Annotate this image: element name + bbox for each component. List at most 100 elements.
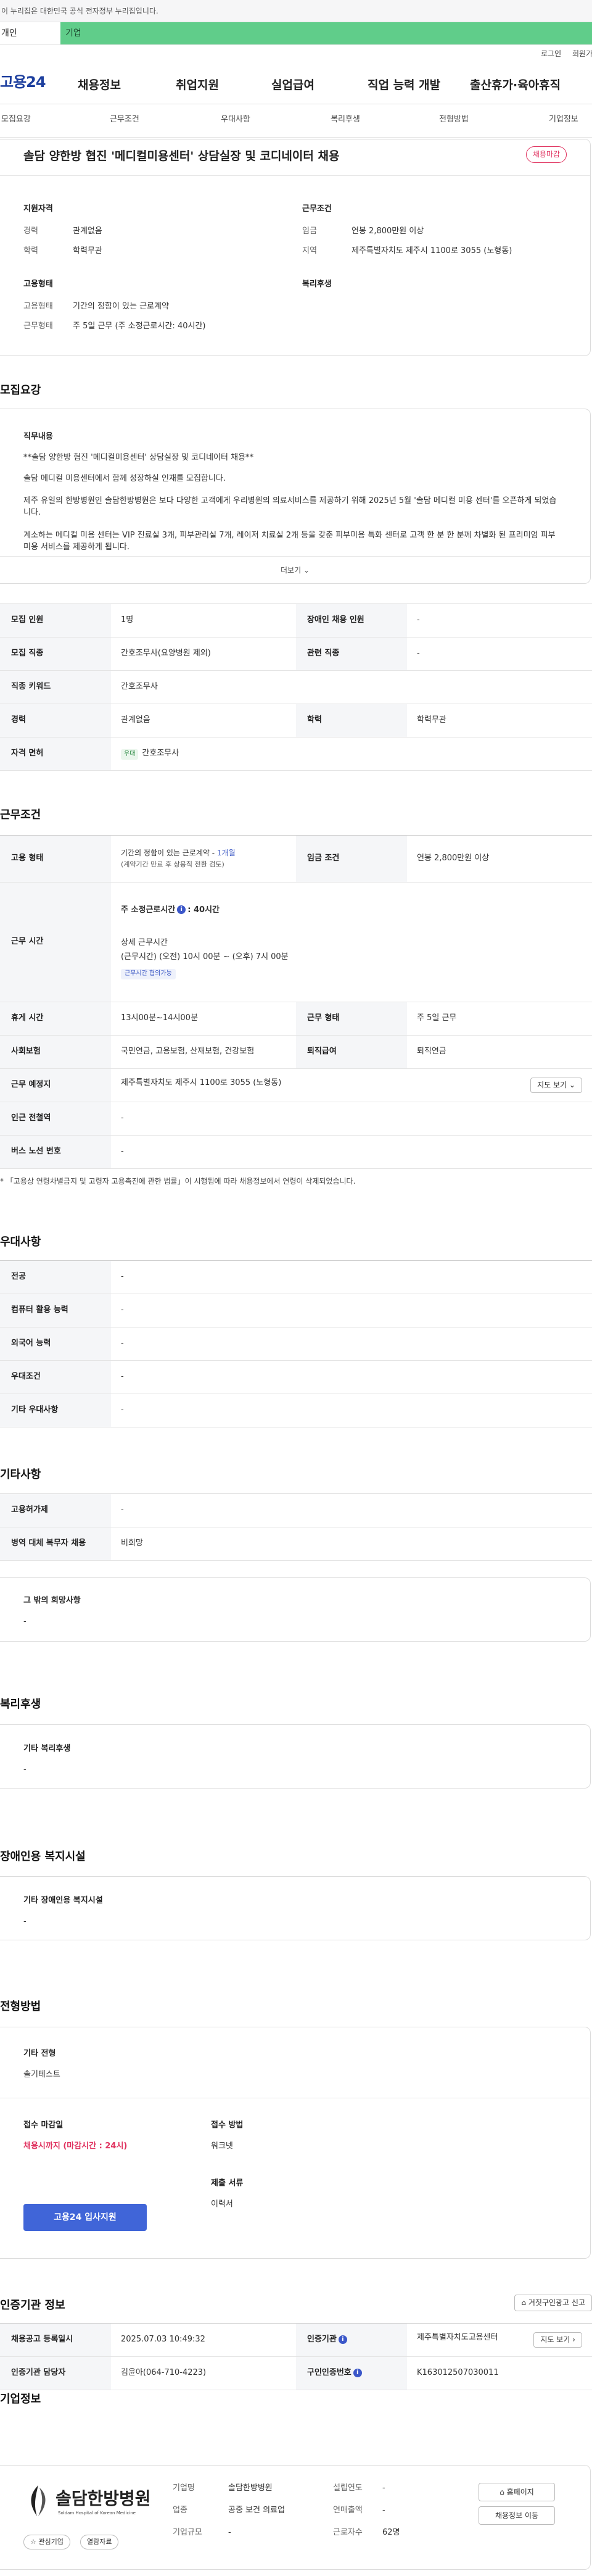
job-label: 모집 직종 xyxy=(0,637,111,671)
welfare-title: 복리후생 xyxy=(302,280,332,289)
table-row: 휴게 시간 13시00분~14시00분 근무 형태 주 5일 근무 xyxy=(0,1002,592,1036)
info-icon[interactable]: i xyxy=(177,905,186,915)
pref-label: 기타 우대사항 xyxy=(0,1394,111,1427)
hours-weekly-label: 주 소정근로시간 xyxy=(121,905,176,915)
login-link[interactable]: 로그인 xyxy=(541,49,561,59)
view-data-button[interactable]: 열람자료 xyxy=(80,2535,119,2549)
nav-item-jobs[interactable]: 채용정보 xyxy=(78,77,121,94)
section-title-disabled: 장애인용 복지시설 xyxy=(0,1850,86,1863)
tab-personal[interactable]: 개인 xyxy=(0,22,60,44)
pref-value: - xyxy=(111,1260,592,1294)
hope-card: 그 밖의 희망사항 - xyxy=(0,1577,591,1642)
anchor-conditions[interactable]: 근무조건 xyxy=(110,114,139,126)
hope-title: 그 밖의 희망사항 xyxy=(23,1596,81,1605)
nav-item-unemployment[interactable]: 실업급여 xyxy=(271,77,314,94)
disabled-card: 기타 장애인용 복지시설 - xyxy=(0,1876,591,1940)
size-value: - xyxy=(228,2528,231,2537)
disabled-value: - xyxy=(407,604,592,638)
job-value: 간호조무사(요양병원 제외) xyxy=(111,637,296,671)
info-icon[interactable]: i xyxy=(353,2368,362,2377)
welfare-box-title: 기타 복리후생 xyxy=(23,1744,71,1753)
license-label: 자격 면허 xyxy=(0,737,111,771)
size-label: 기업규모 xyxy=(173,2528,202,2537)
site-logo[interactable]: 고용24 xyxy=(0,72,46,93)
license-cell: 우대 간호조무사 xyxy=(111,737,592,771)
report-label: 거짓구인광고 신고 xyxy=(528,2298,585,2307)
recruit-info-table: 모집 인원 1명 장애인 채용 인원 - 모집 직종 간호조무사(요양병원 제외… xyxy=(0,604,592,771)
emp-label: 고용 형태 xyxy=(0,835,111,883)
detail-title: 직무내용 xyxy=(23,432,53,441)
table-row: 고용 형태 기간의 정함이 있는 근로계약 - 1개월 (계약기간 만료 후 상용… xyxy=(0,835,592,883)
anchor-process[interactable]: 전형방법 xyxy=(439,114,469,126)
subway-label: 인근 전철역 xyxy=(0,1102,111,1136)
table-row: 자격 면허 우대 간호조무사 xyxy=(0,737,592,771)
info-icon[interactable]: i xyxy=(338,2335,347,2344)
table-row: 인근 전철역 - xyxy=(0,1102,592,1136)
no-label-cell: 구인인증번호 i xyxy=(296,2356,407,2390)
career-value: 관계없음 xyxy=(111,704,296,737)
nav-item-employment-support[interactable]: 취업지원 xyxy=(176,77,219,94)
emp-note: (계약기간 만료 후 상용직 전환 검토) xyxy=(121,860,224,868)
hours-detail-title: 상세 근무시간 xyxy=(121,937,168,947)
anchor-company[interactable]: 기업정보 xyxy=(549,114,578,126)
job-detail-card: 직무내용 **솔담 양한방 협진 '메디컬미용센터' 상담실장 및 코디네이터 … xyxy=(0,409,591,584)
related-label: 관련 직종 xyxy=(296,637,407,671)
tab-business[interactable]: 기업 xyxy=(60,22,592,44)
form-label: 근무 형태 xyxy=(296,1002,407,1036)
org-label: 인증기관 xyxy=(307,2335,337,2345)
section-title-process: 전형방법 xyxy=(0,2000,41,2013)
divider xyxy=(0,175,590,176)
table-row: 버스 노선 번호 - xyxy=(0,1135,592,1169)
related-value: - xyxy=(407,637,592,671)
anchor-preference[interactable]: 우대사항 xyxy=(221,114,250,126)
etc-value: - xyxy=(111,1494,592,1527)
more-label: 더보기 xyxy=(280,566,302,575)
table-row: 기타 우대사항 - xyxy=(0,1394,592,1427)
work-form-label: 근무형태 xyxy=(23,322,53,331)
conditions-table: 고용 형태 기간의 정함이 있는 근로계약 - 1개월 (계약기간 만료 후 상용… xyxy=(0,835,592,1169)
map-button[interactable]: 지도 보기 ⌄ xyxy=(530,1077,582,1094)
process-card: 기타 전형 솔기테스트 접수 마감일 채용시까지 (마감시간 : 24시) 고용… xyxy=(0,2027,591,2259)
staff-value: 62명 xyxy=(382,2528,400,2537)
hours-label: 근무 시간 xyxy=(0,882,111,1002)
place-label: 근무 예정지 xyxy=(0,1068,111,1102)
etc-label: 병역 대체 복무자 채용 xyxy=(0,1527,111,1561)
nav-item-training[interactable]: 직업 능력 개발 xyxy=(368,77,440,94)
no-label: 구인인증번호 xyxy=(307,2368,352,2378)
etc-value: 비희망 xyxy=(111,1527,592,1561)
sales-label: 연매출액 xyxy=(333,2506,363,2515)
company-card: 솔담한방병원 Soldam Hospital of Korean Medicin… xyxy=(0,2465,591,2570)
edu-value: 학력무관 xyxy=(73,246,102,256)
subway-value: - xyxy=(111,1102,592,1136)
section-title-conditions: 근무조건 xyxy=(0,808,41,821)
table-row: 병역 대체 복무자 채용 비희망 xyxy=(0,1527,592,1561)
apply-button[interactable]: 고용24 입사지원 xyxy=(23,2204,147,2231)
anchor-welfare[interactable]: 복리후생 xyxy=(331,114,360,126)
signup-link[interactable]: 회원가입 xyxy=(572,49,592,59)
hours-detail: (근무시간) (오전) 10시 00분 ~ (오후) 7시 00분 xyxy=(121,952,289,962)
pref-label: 컴퓨터 활용 능력 xyxy=(0,1294,111,1327)
name-label: 기업명 xyxy=(173,2483,195,2493)
interest-button[interactable]: ☆ 관심기업 xyxy=(23,2535,70,2549)
section-title-agency: 인증기관 정보 xyxy=(0,2299,65,2312)
staff-label: 근로자수 xyxy=(333,2528,363,2537)
table-row: 인증기관 담당자 김윤아(064-710-4223) 구인인증번호 i K1630… xyxy=(0,2356,592,2390)
table-row: 고용허가제 - xyxy=(0,1494,592,1527)
chevron-down-icon: ⌄ xyxy=(303,566,310,575)
agency-map-button[interactable]: 지도 보기 › xyxy=(533,2332,582,2348)
name-value: 솔담한방병원 xyxy=(228,2483,273,2493)
report-button[interactable]: ⌂ 거짓구인광고 신고 xyxy=(514,2295,592,2312)
rest-value: 13시00분~14시00분 xyxy=(111,1002,296,1036)
homepage-button[interactable]: ⌂ 홈페이지 xyxy=(479,2483,555,2501)
company-jobs-button[interactable]: 채용정보 이동 xyxy=(479,2506,555,2525)
pref-label: 외국어 능력 xyxy=(0,1327,111,1361)
anchor-recruit[interactable]: 모집요강 xyxy=(1,114,31,126)
pref-label: 우대조건 xyxy=(0,1360,111,1394)
work-form-value: 주 5일 근무 (주 소정근로시간: 40시간) xyxy=(73,322,206,331)
nav-item-parental-leave[interactable]: 출산휴가·육아휴직 xyxy=(470,77,561,94)
industry-label: 업종 xyxy=(173,2506,187,2515)
section-anchor-nav: 모집요강 근무조건 우대사항 복리후생 전형방법 기업정보 xyxy=(0,104,592,138)
method-title: 접수 방법 xyxy=(211,2121,244,2130)
detail-line: 솔담 메디컬 미용센터에서 함께 성장하실 인재를 모집합니다. xyxy=(23,474,226,483)
more-button[interactable]: 더보기 ⌄ xyxy=(0,556,590,583)
